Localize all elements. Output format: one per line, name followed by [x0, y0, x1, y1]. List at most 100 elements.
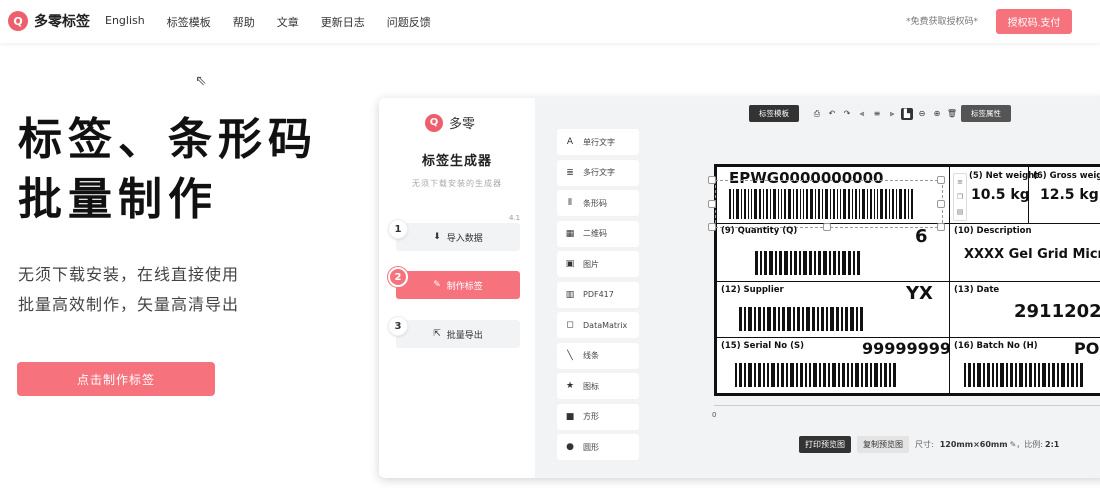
ratio-value: 2:1 — [1045, 440, 1060, 449]
align-center-icon[interactable]: ≡ — [871, 108, 883, 120]
step-make-label[interactable]: 2 ✎ 制作标签 — [388, 267, 520, 299]
star-icon: ★ — [565, 381, 575, 391]
tool-line[interactable]: ╲ 线条 — [557, 342, 639, 369]
resize-handle[interactable] — [708, 200, 716, 208]
resize-handle[interactable] — [937, 200, 945, 208]
tool-barcode[interactable]: ⦀ 条形码 — [557, 190, 639, 216]
align-right-icon[interactable]: ⫸ — [886, 108, 898, 120]
print-icon[interactable]: ⎙ — [811, 108, 823, 120]
text-icon: A — [566, 137, 574, 147]
quantity-value[interactable]: 6 — [915, 226, 928, 247]
tool-single-line-text[interactable]: A 单行文字 — [557, 129, 639, 155]
barcode-serial[interactable] — [735, 363, 898, 387]
resize-handle[interactable] — [708, 176, 716, 184]
edit-icon: ✎ — [433, 280, 441, 290]
nav-item-templates[interactable]: 标签模板 — [167, 14, 211, 30]
tool-multi-line-text[interactable]: ≣ 多行文字 — [557, 159, 639, 186]
nav-item-english[interactable]: English — [105, 14, 145, 30]
menu-icon[interactable]: ≡ — [957, 178, 963, 186]
label-template-button[interactable]: 标签模板 — [749, 105, 799, 122]
border-icon[interactable]: ▙ — [901, 107, 913, 120]
tool-label: 二维码 — [583, 229, 607, 238]
resize-handle[interactable] — [823, 223, 831, 231]
undo-icon[interactable]: ↶ — [826, 108, 838, 120]
description-value[interactable]: XXXX Gel Grid Microfiber — [964, 247, 1100, 262]
net-weight-title[interactable]: (5) Net weight — [969, 171, 1038, 181]
barcode-batch[interactable] — [964, 363, 1085, 387]
barcode-quantity[interactable] — [755, 251, 862, 275]
start-making-labels-button[interactable]: 点击制作标签 — [17, 362, 215, 396]
step-number: 2 — [388, 267, 408, 287]
image-icon: ▣ — [565, 259, 575, 269]
delete-icon[interactable]: 🗑 — [946, 108, 958, 120]
element-actions: ≡ ❐ ▤ — [953, 173, 967, 221]
hero-title: 标签、条形码 批量制作 — [18, 110, 368, 230]
resize-handle[interactable] — [708, 223, 716, 231]
zoom-out-icon[interactable]: ⊖ — [916, 108, 928, 120]
batch-value[interactable]: PO- — [1074, 339, 1100, 358]
gross-weight-title[interactable]: (6) Gross weight — [1033, 171, 1100, 181]
brand-logo[interactable]: Q 多零标签 — [8, 11, 90, 31]
barcode-icon: ⦀ — [568, 198, 572, 208]
step-batch-export[interactable]: 3 ⇱ 批量导出 — [388, 316, 520, 348]
tool-pdf417[interactable]: ▥ PDF417 — [557, 281, 639, 308]
tool-icon[interactable]: ★ 图标 — [557, 373, 639, 399]
supplier-title[interactable]: (12) Supplier — [721, 285, 784, 295]
step-import-data[interactable]: 1 ⬇ 导入数据 — [388, 219, 520, 251]
tool-label: 条形码 — [583, 198, 607, 208]
description-title[interactable]: (10) Description — [954, 226, 1032, 236]
step-number: 3 — [388, 316, 408, 336]
tool-label: 圆形 — [583, 442, 599, 452]
quantity-title[interactable]: (9) Quantity (Q) — [721, 226, 797, 236]
tool-image[interactable]: ▣ 图片 — [557, 251, 639, 277]
print-preview-button[interactable]: 打印预览图 — [799, 436, 851, 453]
align-left-icon[interactable]: ⫷ — [856, 108, 868, 120]
nav-item-feedback[interactable]: 问题反馈 — [387, 14, 431, 30]
license-pay-button[interactable]: 授权码.支付 — [996, 9, 1072, 34]
step-number: 1 — [388, 219, 408, 239]
batch-title[interactable]: (16) Batch No (H) — [954, 341, 1038, 351]
zoom-in-icon[interactable]: ⊕ — [931, 108, 943, 120]
serial-value[interactable]: 99999999 — [862, 339, 951, 358]
resize-handle[interactable] — [937, 223, 945, 231]
net-weight-value[interactable]: 10.5 kg — [971, 187, 1030, 203]
copy-icon[interactable]: ❐ — [957, 193, 963, 201]
nav-item-articles[interactable]: 文章 — [277, 14, 299, 30]
tool-rectangle[interactable]: ■ 方形 — [557, 403, 639, 430]
redo-icon[interactable]: ↷ — [841, 108, 853, 120]
gross-weight-value[interactable]: 12.5 kg — [1040, 187, 1099, 203]
hero-title-line-2: 批量制作 — [18, 174, 218, 225]
resize-handle[interactable] — [937, 176, 945, 184]
divider — [717, 337, 1100, 338]
copy-preview-button[interactable]: 复制预览图 — [857, 436, 909, 453]
date-title[interactable]: (13) Date — [954, 285, 999, 295]
free-license-note[interactable]: *免费获取授权码* — [906, 14, 978, 27]
barcode-supplier[interactable] — [739, 307, 865, 331]
app-logo-icon: Q — [425, 113, 443, 132]
app-subtitle: 无须下载安装的生成器 — [412, 179, 502, 188]
hero-subtitle-line-1: 无须下载安装，在线直接使用 — [18, 265, 240, 284]
tool-circle[interactable]: ● 圆形 — [557, 434, 639, 460]
nav-item-help[interactable]: 帮助 — [233, 14, 255, 30]
label-properties-button[interactable]: 标签属性 — [961, 105, 1011, 122]
hero-title-line-1: 标签、条形码 — [18, 114, 318, 165]
date-value[interactable]: 29112023 — [1014, 301, 1100, 322]
edit-size-icon[interactable]: ✎ — [1010, 440, 1017, 449]
trash-icon[interactable]: ▤ — [957, 208, 964, 216]
app-version: 4.1 — [509, 214, 521, 222]
serial-title[interactable]: (15) Serial No (S) — [721, 341, 804, 351]
nav-item-changelog[interactable]: 更新日志 — [321, 14, 365, 30]
supplier-value[interactable]: YX — [906, 283, 933, 304]
top-nav: Q 多零标签 English 标签模板 帮助 文章 更新日志 问题反馈 *免费获… — [0, 0, 1100, 43]
preview-actions: 打印预览图 复制预览图 尺寸: 120mm×60mm ✎ ，比例: 2:1 — [799, 436, 1059, 453]
selection-box[interactable] — [715, 180, 943, 228]
pdf417-icon: ▥ — [565, 289, 575, 300]
tool-label: 单行文字 — [583, 137, 615, 147]
tool-qrcode[interactable]: ▦ 二维码 — [557, 220, 639, 247]
size-value: 120mm×60mm — [939, 440, 1008, 449]
label-canvas[interactable]: EPWG0000000000 ≡ ❐ ▤ (5) Net weight 10.5… — [708, 164, 1100, 396]
tool-label: 图片 — [583, 259, 599, 269]
editor-toolbar: 标签模板 ⎙ ↶ ↷ ⫷ ≡ ⫸ ▙ ⊖ ⊕ 🗑 标签属性 — [749, 105, 1011, 122]
tool-datamatrix[interactable]: ◻ DataMatrix — [557, 312, 639, 338]
line-icon: ╲ — [567, 350, 573, 361]
